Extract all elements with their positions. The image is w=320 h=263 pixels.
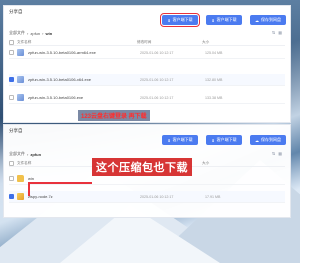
annotation-headline: 这个压缩包也下载	[92, 158, 192, 176]
select-all-checkbox[interactable]	[9, 160, 14, 166]
share-panel-top: 分享自 ⬇ 客户端下载 ⬇ 客户端下载 ☁ 保存到网盘 全部文件 › zpfun…	[3, 5, 291, 123]
save-to-drive-button[interactable]: ☁ 保存到网盘	[250, 135, 286, 145]
row-checkbox[interactable]	[9, 176, 14, 181]
grid-view-icon[interactable]: ▦	[278, 151, 282, 156]
file-name[interactable]: zpfun-win-3.5.10-beta0106-arm64.exe	[28, 50, 140, 55]
file-name[interactable]: zpfun-win-3.5.10-beta0106.exe	[28, 95, 140, 100]
table-row[interactable]: zispy-node.7z 2025-01-06 10:12:17 17.91 …	[9, 191, 285, 203]
folder-icon	[17, 175, 24, 182]
file-size: 133.38 MB	[205, 95, 223, 100]
table-header: 文件名称 修改时间 大小	[9, 39, 285, 46]
file-name[interactable]: zispy-node.7z	[28, 194, 140, 199]
row-checkbox[interactable]	[9, 95, 14, 100]
file-date: 2025-01-06 10:12:17	[140, 194, 174, 199]
download-icon: ⬇	[211, 137, 215, 143]
client-download-button[interactable]: ⬇ 客户端下载	[206, 15, 242, 25]
breadcrumb-item[interactable]: zpfun	[30, 152, 41, 157]
view-tools: ⇅ ▦	[272, 151, 282, 156]
exe-file-icon	[17, 94, 24, 101]
download-icon: ⬇	[211, 17, 215, 23]
column-date-header[interactable]: 修改时间	[137, 40, 202, 45]
client-download-button[interactable]: ⬇ 客户端下载	[206, 135, 242, 145]
chevron-right-icon: ›	[27, 151, 29, 157]
column-size-header[interactable]: 大小	[202, 40, 262, 45]
download-icon: ⬇	[167, 17, 171, 23]
chevron-right-icon: ›	[27, 30, 29, 36]
view-tools: ⇅ ▦	[272, 30, 282, 35]
row-checkbox[interactable]	[9, 50, 14, 55]
file-size: 17.91 MB	[205, 194, 221, 199]
breadcrumb-item[interactable]: win	[45, 31, 52, 36]
chevron-right-icon: ›	[42, 30, 44, 36]
row-checkbox[interactable]	[9, 194, 14, 199]
annotation-note: 123云盘右键登录 再下载	[78, 110, 150, 121]
sort-icon[interactable]: ⇅	[272, 30, 275, 35]
download-icon: ⬇	[167, 137, 171, 143]
file-name[interactable]: win	[28, 176, 140, 181]
pc-download-button[interactable]: ⬇ 客户端下载	[160, 13, 200, 27]
column-size-header[interactable]: 大小	[202, 161, 262, 166]
save-icon: ☁	[255, 137, 259, 143]
arrow-line	[28, 182, 30, 196]
breadcrumb-item[interactable]: 全部文件	[9, 30, 25, 36]
breadcrumb: 全部文件 › zpfun	[9, 151, 41, 157]
row-checkbox[interactable]	[9, 77, 14, 82]
file-date: 2025-01-06 10:12:17	[140, 77, 174, 82]
table-row[interactable]: zpfun-win-3.5.10-beta0106-x64.exe 2025-0…	[9, 74, 285, 86]
save-icon: ☁	[255, 17, 259, 23]
file-size: 132.80 MB	[205, 77, 223, 82]
share-from-label: 分享自	[9, 9, 23, 14]
grid-view-icon[interactable]: ▦	[278, 30, 282, 35]
page: 分享自 ⬇ 客户端下载 ⬇ 客户端下载 ☁ 保存到网盘 全部文件 › zpfun…	[0, 0, 300, 263]
file-size: 125.04 MB	[205, 50, 223, 55]
sort-icon[interactable]: ⇅	[272, 151, 275, 156]
exe-file-icon	[17, 76, 24, 83]
file-date: 2025-01-06 10:12:17	[140, 95, 174, 100]
select-all-checkbox[interactable]	[9, 39, 14, 45]
table-row[interactable]: zpfun-win-3.5.10-beta0106.exe 2025-01-06…	[9, 92, 285, 104]
breadcrumb-item[interactable]: 全部文件	[9, 151, 25, 157]
breadcrumb-item[interactable]: zpfun	[30, 31, 40, 36]
column-name-header[interactable]: 文件名称	[17, 40, 137, 45]
file-name[interactable]: zpfun-win-3.5.10-beta0106-x64.exe	[28, 77, 140, 82]
arrow-line	[28, 182, 92, 184]
archive-file-icon	[17, 193, 24, 200]
share-from-label: 分享自	[9, 128, 23, 133]
exe-file-icon	[17, 49, 24, 56]
save-to-drive-button[interactable]: ☁ 保存到网盘	[250, 15, 286, 25]
file-date: 2025-01-06 10:12:17	[140, 50, 174, 55]
table-row[interactable]: zpfun-win-3.5.10-beta0106-arm64.exe 2025…	[9, 47, 285, 59]
pc-download-button[interactable]: ⬇ 客户端下载	[162, 135, 198, 145]
breadcrumb: 全部文件 › zpfun › win	[9, 30, 52, 36]
